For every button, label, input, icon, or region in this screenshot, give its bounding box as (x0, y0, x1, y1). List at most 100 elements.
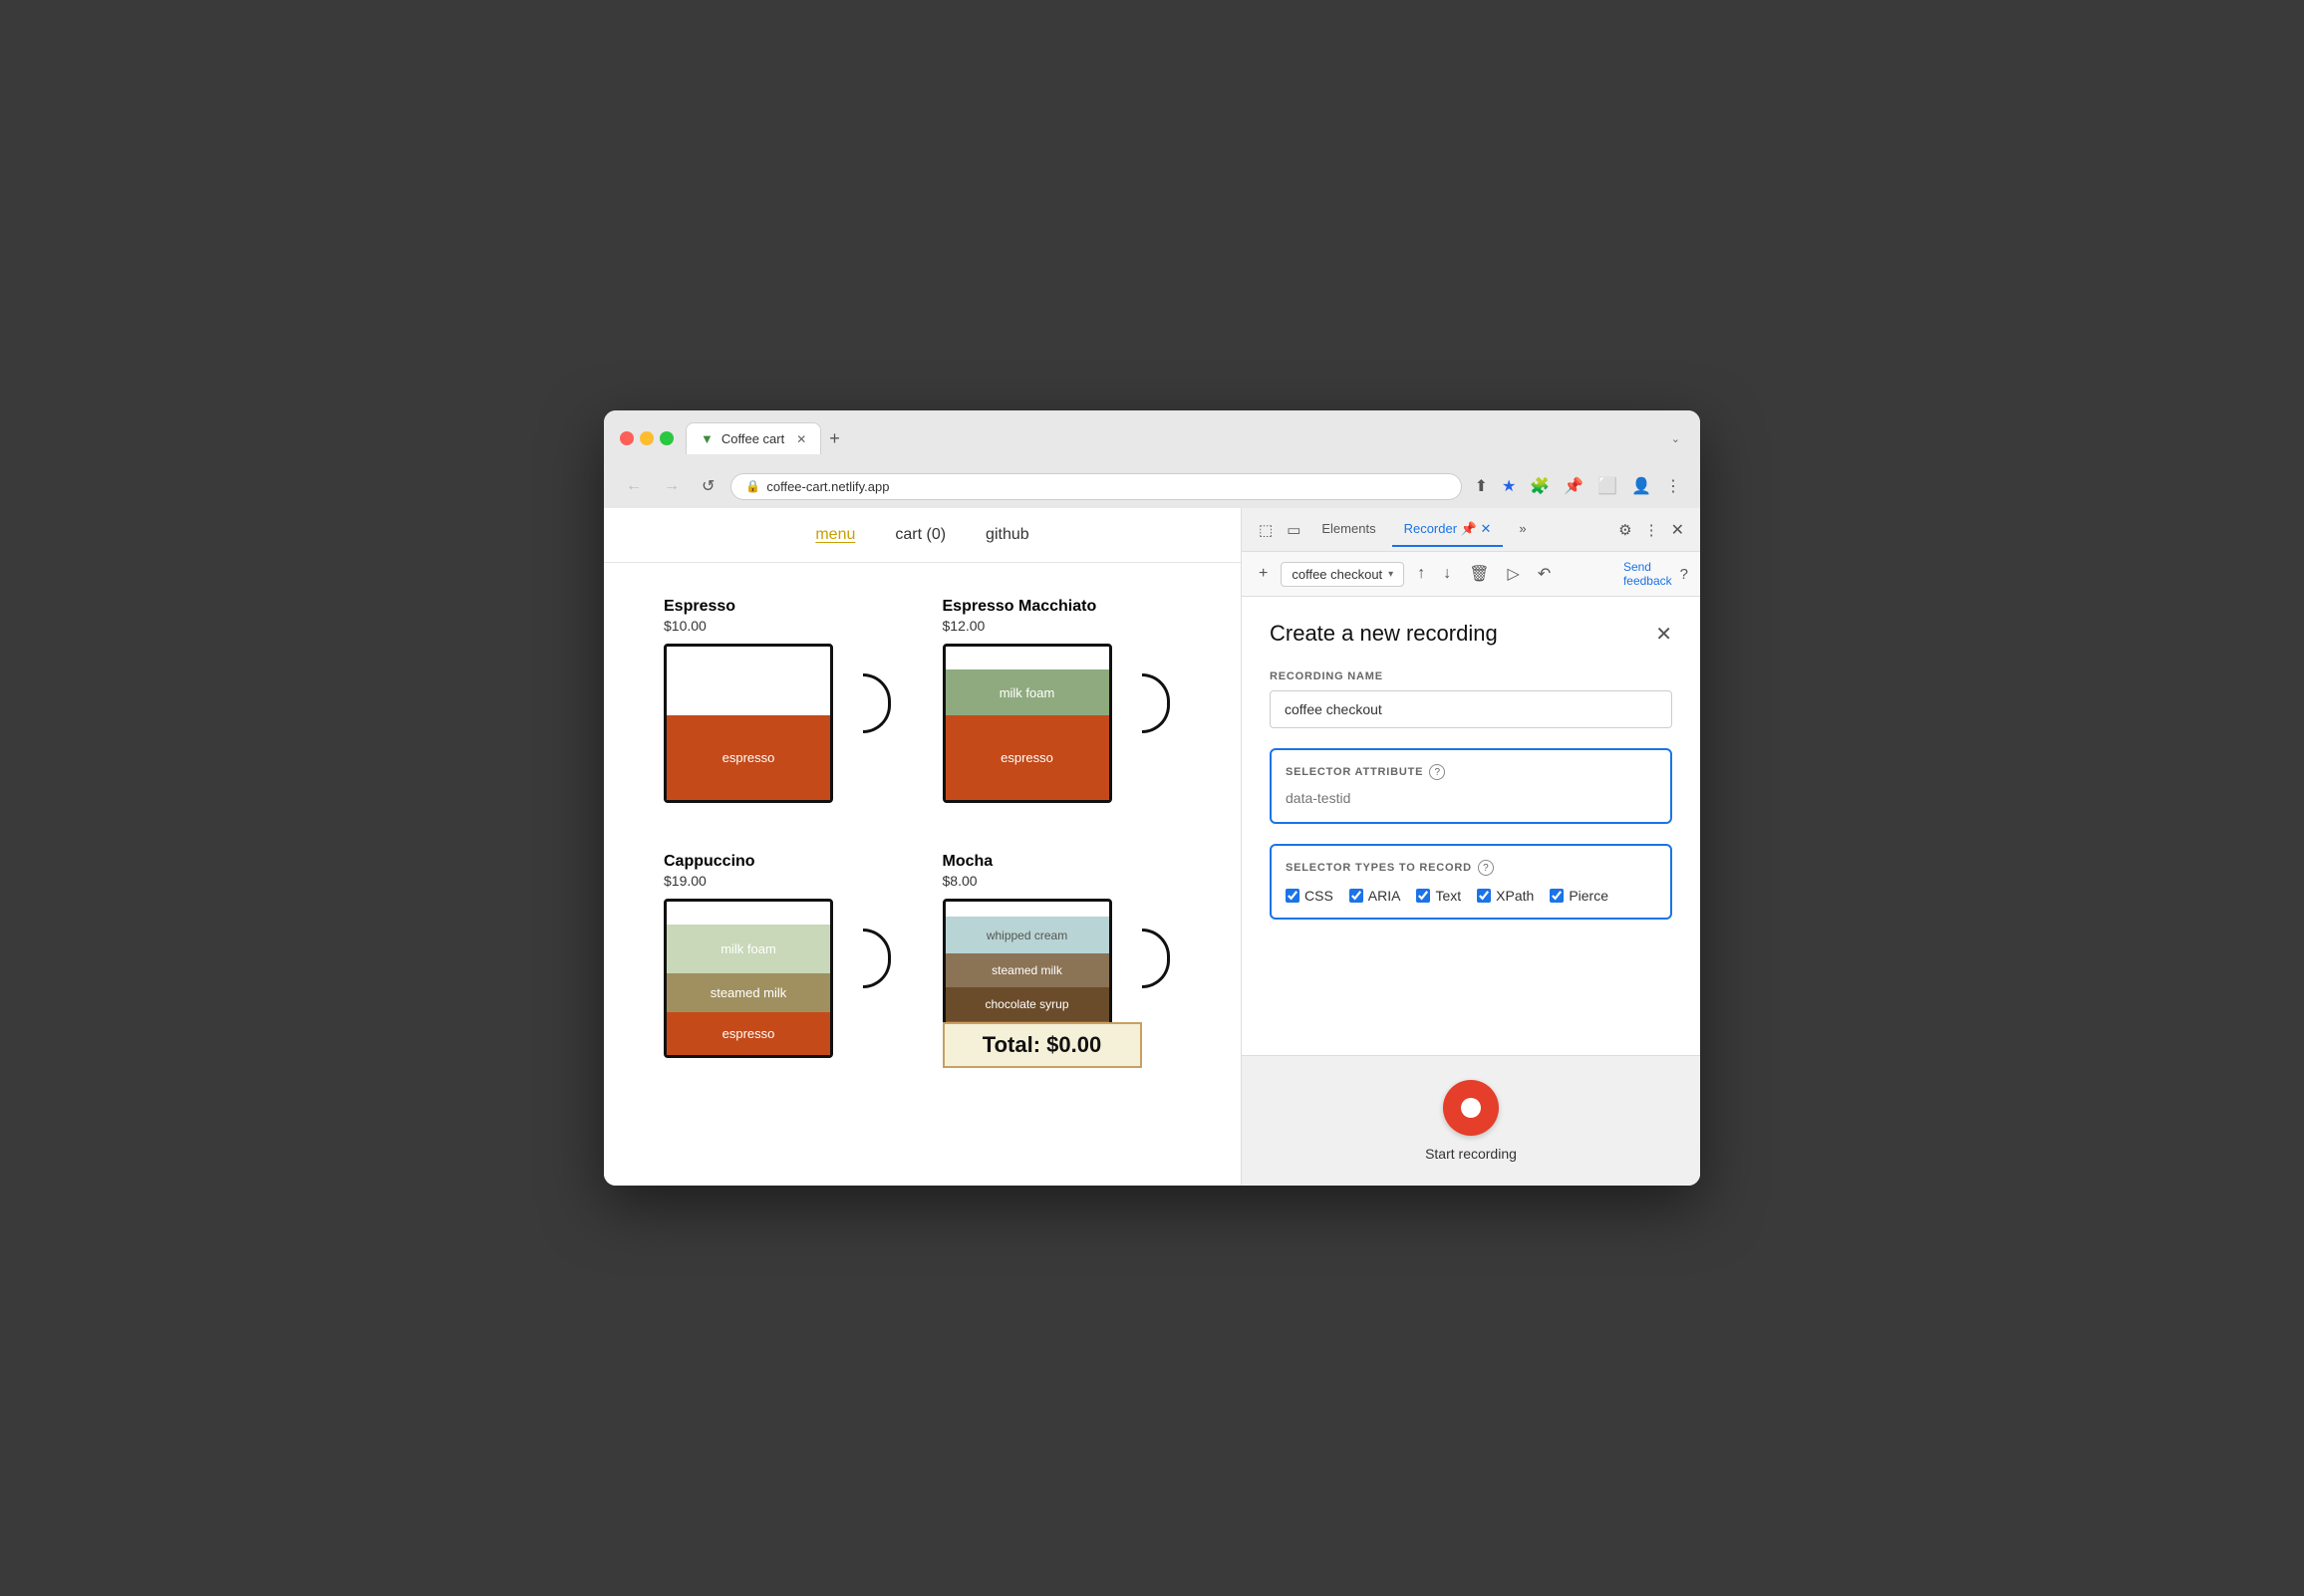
espresso-layer-label: espresso (722, 750, 775, 765)
tab-more[interactable]: » (1507, 513, 1538, 546)
selector-attr-help-icon[interactable]: ? (1429, 764, 1445, 780)
devtools-close-icon[interactable]: ✕ (1667, 516, 1688, 544)
recording-name-input[interactable] (1270, 690, 1672, 728)
mocha-choc-label: chocolate syrup (985, 997, 1068, 1011)
total-banner: Total: $0.00 (943, 1022, 1142, 1068)
dialog-content: Create a new recording ✕ RECORDING NAME … (1242, 597, 1700, 1055)
tab-expand-icon: ⌄ (1667, 428, 1684, 449)
browser-toolbar-icons: ⬆ ★ 🧩 📌 ⬜ 👤 ⋮ (1472, 473, 1684, 499)
mug-cappuccino: espresso steamed milk milk foam (664, 899, 863, 1078)
checkbox-text[interactable]: Text (1416, 888, 1461, 904)
main-area: menu cart (0) github Espresso $10.00 esp… (604, 508, 1700, 1186)
browser-tab-active[interactable]: ▼ Coffee cart ✕ (686, 422, 821, 454)
dialog-title: Create a new recording (1270, 621, 1498, 647)
menu-icon[interactable]: ⋮ (1662, 473, 1684, 499)
selector-attr-label: SELECTOR ATTRIBUTE (1286, 766, 1423, 778)
checkbox-css-input[interactable] (1286, 889, 1299, 903)
selector-attr-input[interactable] (1286, 790, 1656, 806)
coffee-name-espresso: Espresso (664, 598, 903, 616)
selector-types-header: SELECTOR TYPES TO RECORD ? (1286, 860, 1656, 876)
devtools-icons: ⚙ ⋮ ✕ (1614, 516, 1688, 544)
cappuccino-milk-label: steamed milk (711, 985, 787, 1000)
coffee-item-espresso[interactable]: Espresso $10.00 espresso (644, 583, 923, 838)
coffee-item-cappuccino[interactable]: Cappuccino $19.00 espresso steamed milk … (644, 838, 923, 1093)
nav-cart[interactable]: cart (0) (895, 526, 946, 544)
coffee-name-mocha: Mocha (943, 853, 1182, 871)
mug-handle-cappuccino (863, 929, 891, 988)
devtools-settings-icon[interactable]: ⚙ (1614, 517, 1635, 543)
coffee-item-macchiato[interactable]: Espresso Macchiato $12.00 espresso milk … (923, 583, 1202, 838)
back-button[interactable]: ← (620, 473, 648, 499)
dialog-title-row: Create a new recording ✕ (1270, 621, 1672, 647)
recorder-toolbar: + coffee checkout ▾ ↑ ↓ 🗑 ▷ ↶ Sendfeedba… (1242, 552, 1700, 597)
reload-button[interactable]: ↺ (696, 472, 720, 500)
dialog-close-button[interactable]: ✕ (1655, 622, 1672, 647)
coffee-item-mocha[interactable]: Mocha $8.00 chocolate syrup steamed milk (923, 838, 1202, 1093)
coffee-price-cappuccino: $19.00 (664, 873, 903, 889)
checkbox-xpath[interactable]: XPath (1477, 888, 1534, 904)
recording-name-text: coffee checkout (1292, 567, 1382, 582)
start-recording-section: Start recording (1242, 1055, 1700, 1186)
coffee-page: menu cart (0) github Espresso $10.00 esp… (604, 508, 1242, 1186)
start-recording-button[interactable] (1443, 1080, 1499, 1136)
inspect-element-icon[interactable]: ⬚ (1254, 516, 1278, 544)
mug-macchiato: espresso milk foam (943, 644, 1142, 823)
new-tab-button[interactable]: + (821, 424, 848, 453)
maximize-window-dot[interactable] (660, 431, 674, 445)
bookmark-icon[interactable]: ★ (1499, 473, 1519, 499)
start-recording-label: Start recording (1425, 1146, 1517, 1162)
checkboxes-row: CSS ARIA Text XPath Pierce (1286, 888, 1656, 904)
devtools-header: ⬚ ▭ Elements Recorder 📌 ✕ » ⚙ ⋮ ✕ (1242, 508, 1700, 552)
dropdown-arrow-icon: ▾ (1388, 569, 1393, 580)
checkbox-xpath-input[interactable] (1477, 889, 1491, 903)
tabs-bar: ▼ Coffee cart ✕ + ⌄ (686, 422, 1684, 454)
play-recording-button[interactable]: ▷ (1503, 561, 1525, 587)
checkbox-aria[interactable]: ARIA (1349, 888, 1401, 904)
selector-attribute-section: SELECTOR ATTRIBUTE ? (1270, 748, 1672, 824)
forward-button[interactable]: → (658, 473, 686, 499)
upload-recording-button[interactable]: ↑ (1412, 562, 1430, 586)
address-bar: ← → ↺ 🔒 coffee-cart.netlify.app ⬆ ★ 🧩 📌 … (604, 464, 1700, 508)
extensions-icon[interactable]: 🧩 (1527, 473, 1553, 499)
coffee-price-espresso: $10.00 (664, 618, 903, 634)
checkbox-pierce[interactable]: Pierce (1550, 888, 1608, 904)
window-icon[interactable]: ⬜ (1594, 473, 1620, 499)
cappuccino-espresso-label: espresso (722, 1026, 775, 1041)
recorder-help-icon[interactable]: ? (1680, 566, 1688, 583)
cappuccino-foam-label: milk foam (720, 941, 776, 956)
tab-close-button[interactable]: ✕ (796, 432, 806, 446)
delete-recording-button[interactable]: 🗑 (1464, 561, 1494, 587)
device-toolbar-icon[interactable]: ▭ (1282, 516, 1305, 544)
url-bar[interactable]: 🔒 coffee-cart.netlify.app (730, 473, 1461, 500)
nav-github[interactable]: github (986, 526, 1029, 544)
tab-favicon: ▼ (701, 431, 714, 446)
mocha-cream-label: whipped cream (987, 929, 1067, 942)
title-bar: ▼ Coffee cart ✕ + ⌄ (604, 410, 1700, 464)
tab-recorder[interactable]: Recorder 📌 ✕ (1392, 513, 1504, 547)
nav-menu[interactable]: menu (815, 526, 855, 544)
coffee-price-mocha: $8.00 (943, 873, 1182, 889)
send-feedback-link[interactable]: Sendfeedback (1623, 560, 1672, 588)
mug-mocha: chocolate syrup steamed milk whipped cre… (943, 899, 1142, 1078)
checkbox-css[interactable]: CSS (1286, 888, 1333, 904)
selector-types-label: SELECTOR TYPES TO RECORD (1286, 862, 1472, 874)
devtools-more-icon[interactable]: ⋮ (1640, 517, 1663, 543)
checkbox-text-input[interactable] (1416, 889, 1430, 903)
recording-name-selector[interactable]: coffee checkout ▾ (1281, 562, 1404, 587)
url-text: coffee-cart.netlify.app (766, 479, 889, 494)
devtools-panel: ⬚ ▭ Elements Recorder 📌 ✕ » ⚙ ⋮ ✕ + coff… (1242, 508, 1700, 1186)
checkbox-pierce-input[interactable] (1550, 889, 1564, 903)
selector-types-help-icon[interactable]: ? (1478, 860, 1494, 876)
add-recording-button[interactable]: + (1254, 562, 1273, 586)
minimize-window-dot[interactable] (640, 431, 654, 445)
checkbox-aria-input[interactable] (1349, 889, 1363, 903)
profile-icon[interactable]: 👤 (1628, 473, 1654, 499)
download-recording-button[interactable]: ↓ (1438, 562, 1456, 586)
share-icon[interactable]: ⬆ (1472, 473, 1491, 499)
close-window-dot[interactable] (620, 431, 634, 445)
window-controls (620, 431, 674, 445)
coffee-name-macchiato: Espresso Macchiato (943, 598, 1182, 616)
tab-elements[interactable]: Elements (1309, 513, 1387, 546)
pin-icon[interactable]: 📌 (1561, 473, 1586, 499)
rewind-recording-button[interactable]: ↶ (1533, 561, 1556, 587)
